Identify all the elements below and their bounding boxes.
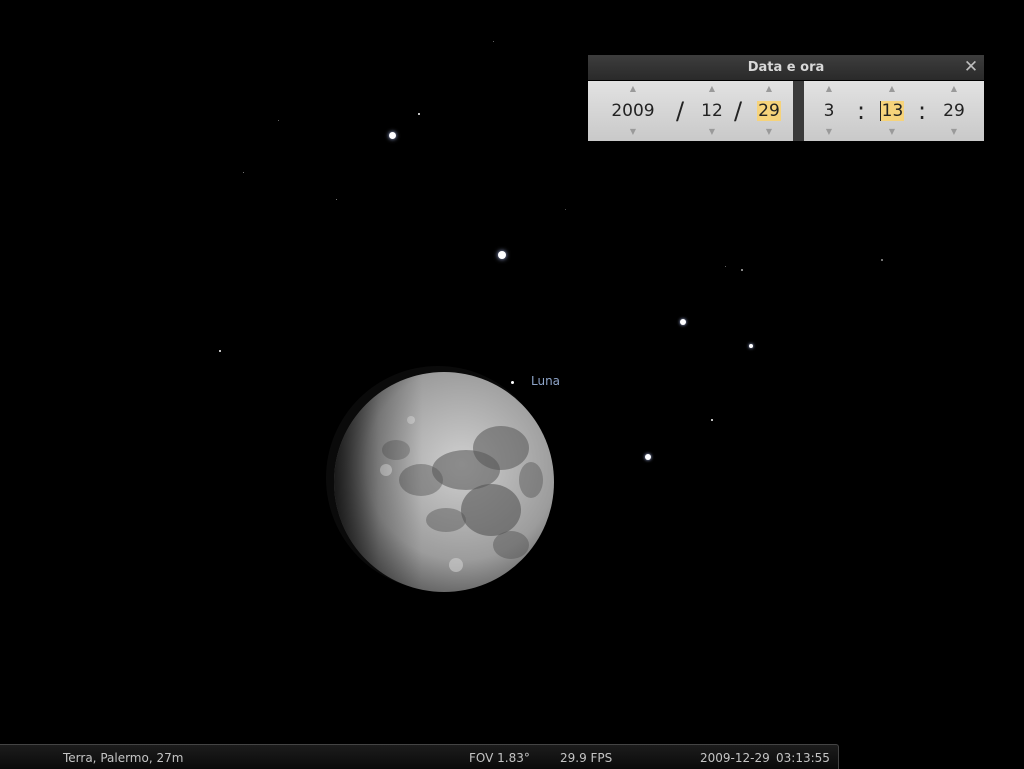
fps-text: 29.9 FPS [560, 751, 613, 765]
time-panel: ▲ 3 ▼ : ▲ 13 ▼ : ▲ 29 ▼ [804, 81, 984, 141]
star[interactable] [498, 251, 506, 259]
day-up-arrow-icon[interactable]: ▲ [753, 85, 785, 93]
date-separator: / [676, 97, 685, 125]
year-up-arrow-icon[interactable]: ▲ [606, 85, 660, 93]
location-text: Terra, Palermo, 27m [63, 751, 184, 765]
star[interactable] [243, 172, 244, 173]
month-down-arrow-icon[interactable]: ▼ [696, 128, 728, 136]
dialog-divider [793, 81, 804, 141]
hour-up-arrow-icon[interactable]: ▲ [816, 85, 842, 93]
star[interactable] [741, 269, 743, 271]
second-down-arrow-icon[interactable]: ▼ [938, 128, 970, 136]
star[interactable] [389, 132, 396, 139]
minute-down-arrow-icon[interactable]: ▼ [876, 128, 908, 136]
star[interactable] [565, 209, 566, 210]
moon-label[interactable]: Luna [531, 374, 560, 388]
minute-up-arrow-icon[interactable]: ▲ [876, 85, 908, 93]
star[interactable] [725, 266, 726, 267]
time-separator: : [857, 97, 866, 125]
month-up-arrow-icon[interactable]: ▲ [696, 85, 728, 93]
star[interactable] [219, 350, 221, 352]
year-value[interactable]: 2009 [610, 101, 655, 121]
star[interactable] [493, 41, 494, 42]
day-down-arrow-icon[interactable]: ▼ [753, 128, 785, 136]
hour-spinbox[interactable]: ▲ 3 ▼ [816, 81, 842, 141]
day-value[interactable]: 29 [757, 101, 781, 121]
year-spinbox[interactable]: ▲ 2009 ▼ [606, 81, 660, 141]
date-text: 2009-12-29 [700, 751, 770, 765]
date-separator: / [734, 97, 743, 125]
star[interactable] [881, 259, 883, 261]
second-up-arrow-icon[interactable]: ▲ [938, 85, 970, 93]
second-spinbox[interactable]: ▲ 29 ▼ [938, 81, 970, 141]
status-bar: Terra, Palermo, 27m FOV 1.83° 29.9 FPS 2… [0, 744, 839, 769]
close-icon[interactable]: ✕ [962, 58, 980, 76]
minute-value[interactable]: 13 [879, 101, 905, 121]
dialog-title: Data e ora [747, 60, 825, 75]
second-value[interactable]: 29 [942, 101, 966, 121]
date-time-dialog: Data e ora ✕ ▲ 2009 ▼ / ▲ 12 ▼ / ▲ 29 ▼ … [588, 55, 984, 141]
star[interactable] [418, 113, 420, 115]
moon[interactable] [326, 360, 566, 600]
month-value[interactable]: 12 [700, 101, 724, 121]
star[interactable] [680, 319, 686, 325]
star[interactable] [336, 199, 337, 200]
hour-down-arrow-icon[interactable]: ▼ [816, 128, 842, 136]
minute-spinbox[interactable]: ▲ 13 ▼ [876, 81, 908, 141]
dialog-titlebar[interactable]: Data e ora ✕ [588, 55, 984, 80]
date-panel: ▲ 2009 ▼ / ▲ 12 ▼ / ▲ 29 ▼ [588, 81, 793, 141]
time-separator: : [918, 97, 927, 125]
star[interactable] [278, 120, 279, 121]
fov-text: FOV 1.83° [469, 751, 530, 765]
month-spinbox[interactable]: ▲ 12 ▼ [696, 81, 728, 141]
year-down-arrow-icon[interactable]: ▼ [606, 128, 660, 136]
time-text: 03:13:55 [776, 751, 830, 765]
star[interactable] [711, 419, 713, 421]
star[interactable] [749, 344, 753, 348]
hour-value[interactable]: 3 [823, 101, 836, 121]
day-spinbox[interactable]: ▲ 29 ▼ [753, 81, 785, 141]
star[interactable] [645, 454, 651, 460]
